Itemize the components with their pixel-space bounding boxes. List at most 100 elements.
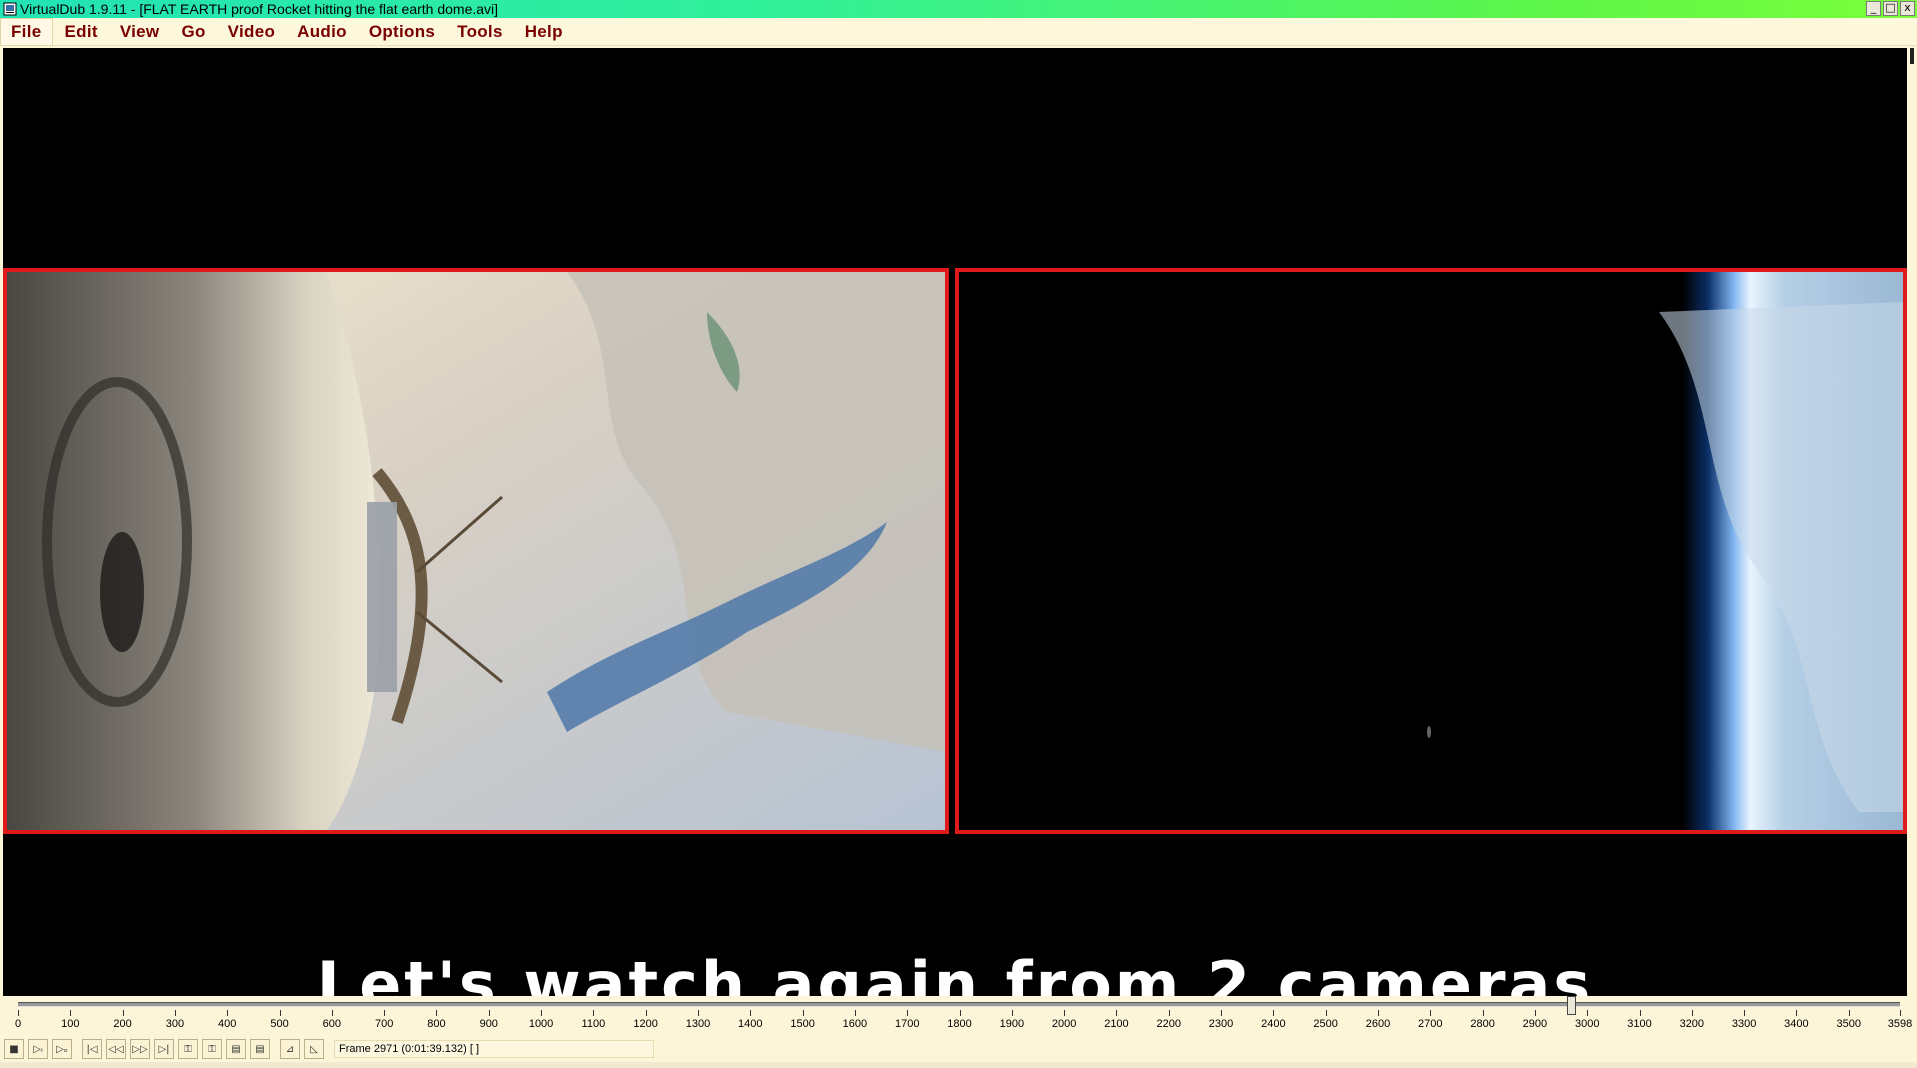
timeline-tick xyxy=(907,1010,909,1016)
go-end-icon[interactable]: ▷| xyxy=(154,1039,174,1059)
timeline-tick-label: 2400 xyxy=(1261,1018,1286,1030)
menu-file[interactable]: File xyxy=(0,17,53,46)
timeline-tick-label: 1300 xyxy=(685,1018,711,1030)
timeline-tick-label: 2900 xyxy=(1522,1018,1548,1030)
menu-video[interactable]: Video xyxy=(218,19,285,45)
timeline-tick-label: 600 xyxy=(322,1018,342,1030)
timeline-tick-label: 3598 xyxy=(1887,1018,1913,1030)
timeline-tick xyxy=(174,1010,176,1016)
timeline-tick-label: 800 xyxy=(427,1018,446,1030)
timeline-tick xyxy=(593,1010,595,1016)
menu-edit[interactable]: Edit xyxy=(55,19,108,45)
video-pane[interactable]: Let's watch again from 2 cameras xyxy=(3,48,1907,996)
close-button[interactable]: x xyxy=(1900,1,1915,16)
timeline-tick xyxy=(854,1010,856,1016)
timeline-tick xyxy=(1430,1010,1432,1016)
timeline-tick xyxy=(18,1010,19,1016)
timeline[interactable]: 0 100 200 300 400 500 600 700 800 900 1000 1100 1200… xyxy=(0,996,1917,1038)
timeline-tick-label: 3500 xyxy=(1836,1018,1861,1030)
scene-forward-icon[interactable]: ▤ xyxy=(250,1039,270,1059)
timeline-tick-label: 700 xyxy=(374,1018,394,1030)
timeline-tick-label: 2300 xyxy=(1208,1018,1234,1030)
frame-status: Frame 2971 (0:01:39.132) [ ] xyxy=(334,1040,654,1058)
go-start-icon[interactable]: |◁ xyxy=(82,1039,102,1059)
menu-go[interactable]: Go xyxy=(171,19,215,45)
timeline-tick-label: 2100 xyxy=(1104,1018,1129,1030)
timeline-tick xyxy=(70,1010,72,1016)
menu-audio[interactable]: Audio xyxy=(287,19,357,45)
timeline-tick-label: 1400 xyxy=(738,1018,763,1030)
play-input-icon[interactable]: ▷ᵢ xyxy=(28,1039,48,1059)
mark-in-icon[interactable]: ⊿ xyxy=(280,1039,300,1059)
timeline-tick-label: 2200 xyxy=(1156,1018,1181,1030)
timeline-tick xyxy=(122,1010,124,1016)
timeline-tick-label: 3300 xyxy=(1731,1018,1757,1030)
earth-horizon-image xyxy=(959,272,1903,830)
timeline-tick-label: 200 xyxy=(113,1018,132,1030)
timeline-tick-label: 1600 xyxy=(842,1018,868,1030)
play-output-icon[interactable]: ▷ₒ xyxy=(52,1039,72,1059)
prev-keyframe-icon[interactable]: ⚿ xyxy=(178,1039,198,1059)
menu-tools[interactable]: Tools xyxy=(447,19,513,45)
app-icon[interactable] xyxy=(2,1,18,17)
timeline-tick-label: 300 xyxy=(165,1018,185,1030)
next-keyframe-icon[interactable]: ⚿ xyxy=(202,1039,222,1059)
timeline-tick xyxy=(1639,1010,1641,1016)
timeline-tick-label: 1900 xyxy=(999,1018,1025,1030)
timeline-tick xyxy=(1796,1010,1798,1016)
timeline-tick-label: 2800 xyxy=(1470,1018,1495,1030)
timeline-tick xyxy=(1273,1010,1275,1016)
timeline-tick xyxy=(1116,1010,1118,1016)
video-caption: Let's watch again from 2 cameras xyxy=(316,948,1594,996)
timeline-tick xyxy=(1168,1010,1170,1016)
scene-back-icon[interactable]: ▤ xyxy=(226,1039,246,1059)
timeline-tick xyxy=(436,1010,438,1016)
menu-options[interactable]: Options xyxy=(359,19,445,45)
timeline-tick xyxy=(959,1010,961,1016)
timeline-tick-label: 0 xyxy=(14,1018,22,1030)
timeline-tick xyxy=(1221,1010,1223,1016)
timeline-tick xyxy=(1587,1010,1589,1016)
timeline-tick xyxy=(1900,1010,1901,1016)
timeline-tick-label: 100 xyxy=(61,1018,80,1030)
timeline-tick xyxy=(645,1010,647,1016)
minimize-button[interactable]: _ xyxy=(1866,1,1881,16)
timeline-tick xyxy=(750,1010,752,1016)
timeline-tick-label: 2500 xyxy=(1313,1018,1338,1030)
timeline-tick-label: 3400 xyxy=(1784,1018,1809,1030)
menu-help[interactable]: Help xyxy=(515,19,573,45)
timeline-tick xyxy=(227,1010,229,1016)
timeline-tick xyxy=(1011,1010,1013,1016)
timeline-tick-label: 2600 xyxy=(1365,1018,1391,1030)
stop-icon[interactable]: ■ xyxy=(4,1039,24,1059)
timeline-tick-label: 1100 xyxy=(581,1018,606,1030)
timeline-tick xyxy=(1482,1010,1484,1016)
menu-view[interactable]: View xyxy=(110,19,170,45)
next-frame-icon[interactable]: ▷▷ xyxy=(130,1039,150,1059)
timeline-tick xyxy=(1534,1010,1536,1016)
timeline-tick-label: 1000 xyxy=(528,1018,554,1030)
window-title: VirtualDub 1.9.11 - [FLAT EARTH proof Ro… xyxy=(20,1,499,17)
timeline-tick xyxy=(1325,1010,1327,1016)
maximize-button[interactable]: □ xyxy=(1883,1,1898,16)
timeline-tick-label: 500 xyxy=(270,1018,289,1030)
timeline-track[interactable] xyxy=(18,996,1900,1015)
timeline-tick-label: 3000 xyxy=(1574,1018,1600,1030)
rocket-earth-image xyxy=(7,272,945,830)
timeline-tick xyxy=(488,1010,490,1016)
timeline-tick xyxy=(1691,1010,1693,1016)
right-camera-view xyxy=(955,268,1907,834)
timeline-tick-label: 3200 xyxy=(1679,1018,1705,1030)
timeline-tick xyxy=(1377,1010,1379,1016)
timeline-tick xyxy=(384,1010,386,1016)
transport-toolbar: ■ ▷ᵢ ▷ₒ |◁ ◁◁ ▷▷ ▷| ⚿ ⚿ ▤ ▤ ⊿ ◺ Frame 29… xyxy=(0,1036,1917,1062)
timeline-tick xyxy=(331,1010,333,1016)
timeline-tick-label: 1200 xyxy=(633,1018,658,1030)
timeline-tick xyxy=(541,1010,543,1016)
mark-out-icon[interactable]: ◺ xyxy=(304,1039,324,1059)
pane-resize-handle[interactable] xyxy=(1910,48,1914,64)
timeline-tick-label: 1500 xyxy=(790,1018,815,1030)
title-bar: VirtualDub 1.9.11 - [FLAT EARTH proof Ro… xyxy=(0,0,1917,18)
prev-frame-icon[interactable]: ◁◁ xyxy=(106,1039,126,1059)
timeline-tick xyxy=(1848,1010,1850,1016)
